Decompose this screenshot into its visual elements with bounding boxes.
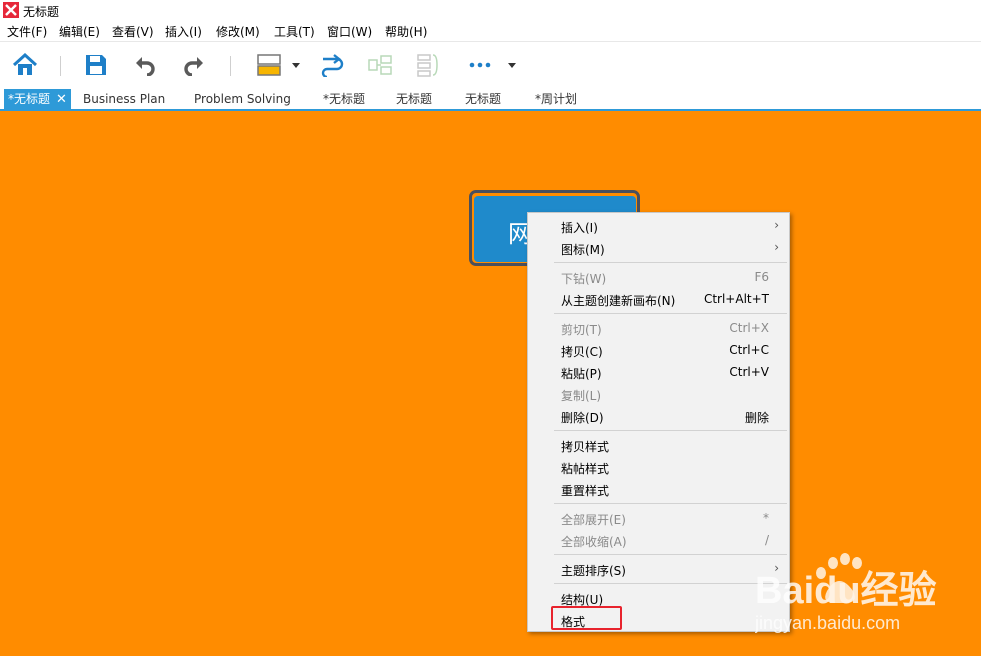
context-menu-expand-all[interactable]: 全部展开(E) *	[528, 507, 789, 529]
toolbar-divider	[60, 56, 61, 76]
context-menu-delete[interactable]: 删除(D) 删除	[528, 405, 789, 427]
watermark-url-text: jingyan.baidu.com	[755, 613, 900, 633]
more-button[interactable]	[466, 50, 520, 80]
redo-button[interactable]	[180, 50, 208, 80]
title-bar: 无标题	[0, 0, 981, 20]
boundary-icon	[368, 55, 392, 75]
tab-untitled-2[interactable]: 无标题	[396, 89, 432, 109]
home-button[interactable]	[10, 50, 40, 80]
window-title: 无标题	[23, 5, 60, 19]
menu-separator	[554, 503, 787, 504]
context-menu-collapse-all[interactable]: 全部收缩(A) /	[528, 529, 789, 551]
redo-icon	[184, 57, 203, 76]
tab-untitled-modified[interactable]: *无标题	[323, 89, 365, 109]
menu-edit[interactable]: 编辑(E)	[59, 23, 100, 40]
relationship-button[interactable]	[318, 50, 346, 80]
tab-label: *无标题	[8, 92, 51, 106]
context-menu-duplicate[interactable]: 复制(L)	[528, 383, 789, 405]
chevron-down-icon	[292, 63, 300, 68]
menu-separator	[554, 262, 787, 263]
summary-button[interactable]	[414, 50, 442, 80]
tab-bar: *无标题 ✕ Business Plan Problem Solving *无标题…	[0, 89, 981, 109]
context-menu-sort-topics[interactable]: 主题排序(S) ›	[528, 558, 789, 580]
context-menu-paste[interactable]: 粘贴(P) Ctrl+V	[528, 361, 789, 383]
context-menu-reset-style[interactable]: 重置样式	[528, 478, 789, 500]
save-button[interactable]	[82, 50, 110, 80]
menu-separator	[554, 313, 787, 314]
context-menu-icon[interactable]: 图标(M) ›	[528, 237, 789, 259]
toolbar	[0, 41, 981, 90]
boundary-button[interactable]	[366, 50, 394, 80]
menu-insert[interactable]: 插入(I)	[165, 23, 202, 40]
menu-tools[interactable]: 工具(T)	[274, 23, 315, 40]
save-icon	[86, 55, 106, 75]
chevron-down-icon	[508, 63, 516, 68]
tab-problem-solving[interactable]: Problem Solving	[194, 89, 291, 109]
format-highlight-box	[551, 606, 622, 630]
menu-help[interactable]: 帮助(H)	[385, 23, 427, 40]
tab-untitled-active[interactable]: *无标题 ✕	[4, 89, 71, 109]
topic-style-button[interactable]	[252, 50, 306, 80]
chevron-right-icon: ›	[774, 240, 779, 254]
context-menu-cut[interactable]: 剪切(T) Ctrl+X	[528, 317, 789, 339]
menu-separator	[554, 430, 787, 431]
menu-modify[interactable]: 修改(M)	[216, 23, 260, 40]
context-menu-paste-style[interactable]: 粘帖样式	[528, 456, 789, 478]
baidu-jingyan-watermark: Baidu经验 jingyan.baidu.com	[755, 553, 937, 633]
menu-separator	[554, 583, 787, 584]
menu-bar: 文件(F) 编辑(E) 查看(V) 插入(I) 修改(M) 工具(T) 窗口(W…	[0, 20, 981, 40]
tab-weekly-plan[interactable]: *周计划	[535, 89, 577, 109]
more-icon	[469, 62, 491, 68]
watermark-logo-text: Baidu经验	[755, 570, 937, 612]
tab-business-plan[interactable]: Business Plan	[83, 89, 165, 109]
menu-file[interactable]: 文件(F)	[7, 23, 47, 40]
tab-untitled-3[interactable]: 无标题	[465, 89, 501, 109]
context-menu-drill-down[interactable]: 下钻(W) F6	[528, 266, 789, 288]
menu-window[interactable]: 窗口(W)	[327, 23, 372, 40]
summary-icon	[417, 54, 438, 77]
close-icon[interactable]: ✕	[56, 92, 67, 107]
context-menu-new-sheet-from-topic[interactable]: 从主题创建新画布(N) Ctrl+Alt+T	[528, 288, 789, 310]
context-menu-copy-style[interactable]: 拷贝样式	[528, 434, 789, 456]
menu-separator	[554, 554, 787, 555]
menu-view[interactable]: 查看(V)	[112, 23, 154, 40]
toolbar-divider	[230, 56, 231, 76]
topic-style-icon	[257, 54, 281, 76]
chevron-right-icon: ›	[774, 218, 779, 232]
xmind-logo-icon	[3, 2, 19, 18]
context-menu: 插入(I) › 图标(M) › 下钻(W) F6 从主题创建新画布(N) Ctr…	[527, 212, 790, 632]
context-menu-copy[interactable]: 拷贝(C) Ctrl+C	[528, 339, 789, 361]
undo-icon	[136, 57, 155, 76]
relationship-icon	[321, 54, 344, 77]
context-menu-insert[interactable]: 插入(I) ›	[528, 215, 789, 237]
undo-button[interactable]	[131, 50, 159, 80]
home-icon	[12, 53, 38, 75]
